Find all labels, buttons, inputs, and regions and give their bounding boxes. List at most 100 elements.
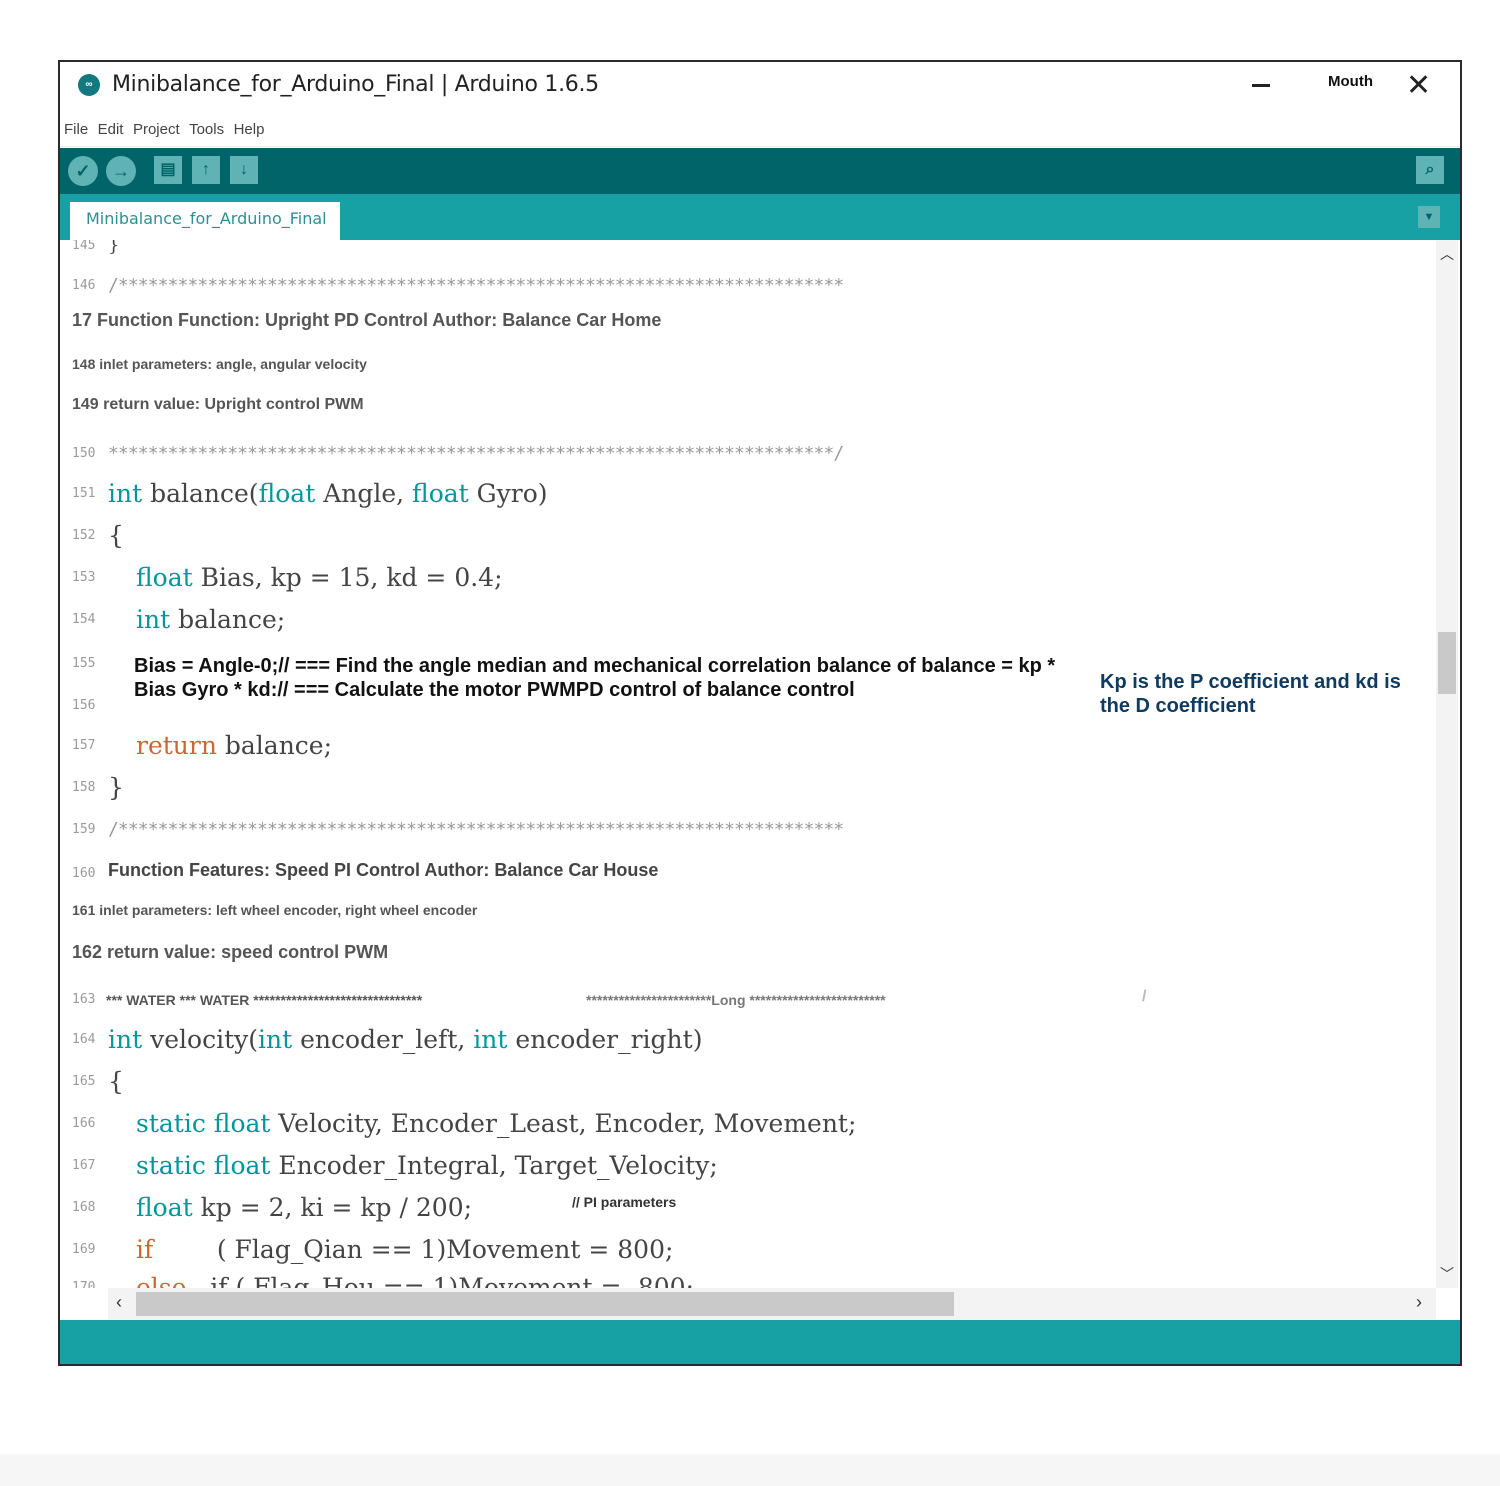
comment-function-speed: Function Features: Speed PI Control Auth… xyxy=(108,860,659,880)
code-line: 150 ************************************… xyxy=(60,434,1434,474)
line-number: 153 xyxy=(72,570,96,585)
tab-sketch[interactable]: Minibalance_for_Arduino_Final xyxy=(70,202,340,240)
code-line: 151 int balance(float Angle, float Gyro) xyxy=(60,474,1434,514)
code-text: ****************************************… xyxy=(108,443,844,464)
annotation-balance-formula: Bias = Angle-0;// === Find the angle med… xyxy=(134,655,1056,701)
verify-button[interactable]: ✓ xyxy=(68,156,98,186)
code-line: 159 /***********************************… xyxy=(60,810,1434,850)
code-line: 146 /***********************************… xyxy=(60,266,1434,306)
code-line: 166 static float Velocity, Encoder_Least… xyxy=(60,1104,1434,1144)
menu-project[interactable]: Project xyxy=(133,116,180,144)
line-number: 166 xyxy=(72,1116,96,1131)
code-line: 157 return balance; xyxy=(60,726,1434,766)
line-number: 163 xyxy=(72,992,96,1007)
new-sketch-button[interactable]: ▤ xyxy=(154,156,182,184)
code-line: 170 else if ( Flag_Hou == 1)Movement = -… xyxy=(60,1268,1434,1288)
close-icon[interactable]: ✕ xyxy=(1406,68,1431,103)
comment-return-speed: 162 return value: speed control PWM xyxy=(72,942,389,962)
code-text: int velocity(int encoder_left, int encod… xyxy=(108,1025,703,1054)
window-title: Minibalance_for_Arduino_Final | Arduino … xyxy=(112,72,599,97)
code-line: 167 static float Encoder_Integral, Targe… xyxy=(60,1146,1434,1186)
code-text: /***************************************… xyxy=(108,819,844,840)
code-line: 152 { xyxy=(60,516,1434,556)
open-sketch-button[interactable]: ↑ xyxy=(192,156,220,184)
code-line: 169 if ( Flag_Qian == 1)Movement = 800; xyxy=(60,1230,1434,1270)
code-line: 153 float Bias, kp = 15, kd = 0.4; xyxy=(60,558,1434,598)
menu-help[interactable]: Help xyxy=(234,116,265,144)
magnifier-icon: ⌕ xyxy=(1425,161,1435,178)
code-text: float Bias, kp = 15, kd = 0.4; xyxy=(136,563,503,592)
scroll-left-icon[interactable]: ‹ xyxy=(116,1292,122,1313)
comment-stars-left: *** WATER *** WATER ********************… xyxy=(106,992,423,1008)
code-text: return balance; xyxy=(136,731,333,760)
menu-bar: File Edit Project Tools Help xyxy=(60,114,1460,147)
arduino-logo-icon: ∞ xyxy=(78,74,100,96)
code-line: 154 int balance; xyxy=(60,600,1434,640)
line-number: 167 xyxy=(72,1158,96,1173)
line-number: 159 xyxy=(72,822,96,837)
scroll-right-icon[interactable]: › xyxy=(1416,1292,1422,1313)
code-text: int balance(float Angle, float Gyro) xyxy=(108,479,548,508)
menu-tools[interactable]: Tools xyxy=(189,116,224,144)
code-line: 168 float kp = 2, ki = kp / 200; // PI p… xyxy=(60,1188,1434,1228)
check-icon: ✓ xyxy=(75,161,91,181)
line-number: 168 xyxy=(72,1200,96,1215)
line-number: 156 xyxy=(72,698,96,713)
line-number: 164 xyxy=(72,1032,96,1047)
triangle-down-icon: ▼ xyxy=(1423,211,1435,223)
code-text: float kp = 2, ki = kp / 200; xyxy=(136,1193,473,1222)
toolbar: ✓ → ▤ ↑ ↓ ⌕ xyxy=(60,148,1460,194)
upload-button[interactable]: → xyxy=(106,156,136,186)
line-number: 157 xyxy=(72,738,96,753)
code-text: static float Velocity, Encoder_Least, En… xyxy=(136,1109,857,1138)
save-sketch-button[interactable]: ↓ xyxy=(230,156,258,184)
code-text: if ( Flag_Qian == 1)Movement = 800; xyxy=(136,1235,674,1264)
code-text: { xyxy=(108,1067,124,1096)
vertical-scrollbar[interactable]: ︿ ﹀ xyxy=(1436,240,1458,1288)
window-control-label[interactable]: Mouth xyxy=(1328,73,1373,90)
code-text: { xyxy=(108,521,124,550)
code-line: 163 *** WATER *** WATER ****************… xyxy=(60,980,1434,1020)
line-number: 150 xyxy=(72,446,96,461)
serial-monitor-button[interactable]: ⌕ xyxy=(1416,156,1444,184)
annotation-coefficients: Kp is the P coefficient and kd is the D … xyxy=(1100,671,1401,717)
code-editor[interactable]: 145 } 146 /*****************************… xyxy=(60,240,1434,1288)
arrow-down-icon: ↓ xyxy=(240,161,248,178)
horizontal-scroll-thumb[interactable] xyxy=(136,1292,954,1316)
line-number: 146 xyxy=(72,278,96,293)
arrow-up-icon: ↑ xyxy=(202,161,210,178)
title-bar[interactable]: ∞ Minibalance_for_Arduino_Final | Arduin… xyxy=(60,62,1460,112)
line-number: 151 xyxy=(72,486,96,501)
scroll-up-icon[interactable]: ︿ xyxy=(1440,244,1454,264)
code-text: static float Encoder_Integral, Target_Ve… xyxy=(136,1151,718,1180)
line-number: 165 xyxy=(72,1074,96,1089)
vertical-scroll-thumb[interactable] xyxy=(1438,632,1456,694)
line-number: 155 xyxy=(72,656,96,671)
file-icon: ▤ xyxy=(160,161,176,178)
tab-menu-button[interactable]: ▼ xyxy=(1418,206,1440,228)
comment-end-slash: / xyxy=(1142,988,1147,1005)
scroll-down-icon[interactable]: ﹀ xyxy=(1440,1264,1454,1284)
menu-edit[interactable]: Edit xyxy=(98,116,124,144)
comment-function-upright: 17 Function Function: Upright PD Control… xyxy=(72,310,662,330)
minimize-icon[interactable] xyxy=(1252,84,1270,87)
line-number: 154 xyxy=(72,612,96,627)
code-line: 165 { xyxy=(60,1062,1434,1102)
code-text: else if ( Flag_Hou == 1)Movement = -800; xyxy=(136,1273,694,1288)
menu-file[interactable]: File xyxy=(64,116,88,144)
line-number: 169 xyxy=(72,1242,96,1257)
arduino-window: ∞ Minibalance_for_Arduino_Final | Arduin… xyxy=(58,60,1462,1366)
line-number: 170 xyxy=(72,1280,96,1288)
comment-pi-parameters: // PI parameters xyxy=(572,1194,677,1210)
code-text: int balance; xyxy=(136,605,286,634)
comment-return-upright: 149 return value: Upright control PWM xyxy=(72,396,364,413)
status-bar xyxy=(60,1320,1460,1364)
horizontal-scrollbar[interactable]: ‹ › xyxy=(108,1288,1436,1320)
arrow-right-icon: → xyxy=(112,161,130,181)
tab-bar: Minibalance_for_Arduino_Final ▼ xyxy=(60,194,1460,240)
comment-inlet-speed: 161 inlet parameters: left wheel encoder… xyxy=(72,902,478,918)
code-line: 145 } xyxy=(60,240,1434,266)
code-line: 164 int velocity(int encoder_left, int e… xyxy=(60,1020,1434,1060)
line-number: 160 xyxy=(72,866,96,881)
code-text: } xyxy=(108,773,124,802)
